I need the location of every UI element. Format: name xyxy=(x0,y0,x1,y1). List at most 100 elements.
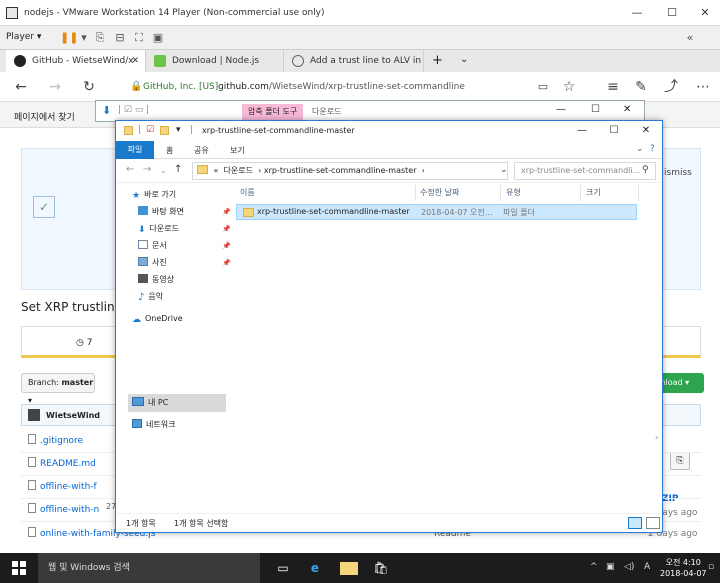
player-menu[interactable]: Player ▾ xyxy=(6,32,41,42)
input-method-icon[interactable]: A xyxy=(644,562,650,572)
tab-nodejs[interactable]: Download | Node.js xyxy=(146,50,284,72)
url-field[interactable]: github.com/WietseWind/xrp-trustline-set-… xyxy=(218,82,465,92)
nav-videos[interactable]: 동영상 xyxy=(138,272,174,288)
more-icon[interactable]: ⋯ xyxy=(694,78,712,96)
file-item[interactable]: README.md xyxy=(28,453,96,475)
file-item[interactable]: offline-with-f xyxy=(28,476,97,498)
scroll-indicator[interactable]: › xyxy=(655,433,658,442)
nav-music[interactable]: ♪ 음악 xyxy=(138,289,163,305)
recent-locations-icon[interactable]: ⌄ xyxy=(160,166,167,175)
refresh-icon[interactable]: ↻ xyxy=(80,78,98,96)
minimize-icon[interactable]: — xyxy=(556,104,566,115)
column-name[interactable]: 이름 xyxy=(240,183,255,203)
store-icon[interactable]: 🛍 xyxy=(372,559,390,577)
nav-desktop[interactable]: 바탕 화면 📌 xyxy=(138,204,231,220)
minimize-icon[interactable]: — xyxy=(622,4,652,22)
column-size[interactable]: 크기 xyxy=(586,183,601,203)
dropdown-icon[interactable]: ▾ xyxy=(76,30,92,46)
help-icon[interactable]: ? xyxy=(650,144,655,154)
share-icon[interactable]: ⤴ xyxy=(662,78,680,96)
reading-view-icon[interactable]: ▭ xyxy=(534,78,552,96)
commits-stat[interactable]: ◷ 7 xyxy=(76,338,92,348)
removable-devices-icon[interactable]: ⊟ xyxy=(112,30,128,46)
address-path[interactable]: « 다운로드 › xrp-trustline-set-commandline-m… xyxy=(192,162,508,180)
file-row[interactable]: xrp-trustline-set-commandline-master 201… xyxy=(236,204,637,220)
tab-list-icon[interactable]: ⌄ xyxy=(460,54,468,65)
new-tab-icon[interactable]: + xyxy=(432,53,443,68)
edge-icon[interactable]: e xyxy=(306,559,324,577)
column-type[interactable]: 유형 xyxy=(506,183,521,203)
ribbon-context-tab[interactable]: 압축 폴더 도구 xyxy=(242,104,304,120)
explorer-window-back[interactable]: ⬇ | ☑ ▭ | 압축 폴더 도구 다운로드 — ☐ ✕ xyxy=(95,100,645,122)
nav-pictures[interactable]: 사진 📌 xyxy=(138,255,231,271)
maximize-icon[interactable]: ☐ xyxy=(591,104,600,115)
path-overflow[interactable]: « xyxy=(214,166,219,175)
column-separator[interactable] xyxy=(580,185,581,201)
notification-icon[interactable]: ▫ xyxy=(708,562,714,572)
branch-selector[interactable]: Branch: master ▾ xyxy=(21,373,95,405)
maximize-icon[interactable]: ☐ xyxy=(600,123,628,139)
large-icons-view-icon[interactable] xyxy=(646,517,660,529)
file-explorer-icon[interactable] xyxy=(340,562,358,575)
nav-documents[interactable]: 문서 📌 xyxy=(138,238,231,254)
tab-trustline[interactable]: Add a trust line to ALV in yc xyxy=(284,50,424,72)
dismiss-link[interactable]: ismiss xyxy=(664,168,692,178)
breadcrumb-current[interactable]: xrp-trustline-set-commandline-master xyxy=(264,166,417,175)
minimize-icon[interactable]: — xyxy=(568,123,596,139)
security-label[interactable]: GitHub, Inc. [US] xyxy=(143,82,218,92)
pause-icon[interactable]: ❚❚ xyxy=(60,30,78,46)
tab-share[interactable]: 공유 xyxy=(194,145,209,156)
file-item[interactable]: offline-with-n xyxy=(28,499,99,521)
taskbar-search-input[interactable]: 웹 및 Windows 검색 xyxy=(38,553,260,583)
forward-icon[interactable]: → xyxy=(46,78,64,96)
expand-ribbon-icon[interactable]: ⌄ xyxy=(636,144,644,154)
close-icon[interactable]: ✕ xyxy=(632,123,660,139)
volume-icon[interactable]: ◁) xyxy=(624,562,634,572)
back-icon[interactable]: ← xyxy=(126,164,134,175)
file-item[interactable]: .gitignore xyxy=(28,430,83,452)
copy-icon[interactable]: ⎘ xyxy=(670,452,690,470)
column-separator[interactable] xyxy=(638,185,639,201)
tray-overflow-icon[interactable]: ^ xyxy=(590,562,598,572)
up-icon[interactable]: ↑ xyxy=(174,164,182,175)
properties-icon[interactable]: ☑ xyxy=(146,125,154,135)
favorite-star-icon[interactable]: ☆ xyxy=(560,78,578,96)
search-icon[interactable]: ⚲ xyxy=(642,165,649,175)
column-date[interactable]: 수정한 날짜 xyxy=(420,183,459,203)
tab-github[interactable]: GitHub - WietseWind/x ✕ xyxy=(6,50,146,72)
task-view-icon[interactable]: ▭ xyxy=(274,559,292,577)
forward-icon[interactable]: → xyxy=(143,164,151,175)
maximize-icon[interactable]: ☐ xyxy=(657,4,687,22)
details-view-icon[interactable] xyxy=(628,517,642,529)
close-icon[interactable]: ✕ xyxy=(623,104,631,115)
tab-view[interactable]: 보기 xyxy=(230,145,245,156)
network-tray-icon[interactable]: ▣ xyxy=(606,562,615,572)
back-icon[interactable]: ← xyxy=(12,78,30,96)
column-separator[interactable] xyxy=(415,185,416,201)
notes-icon[interactable]: ✎ xyxy=(632,78,650,96)
close-icon[interactable]: ✕ xyxy=(690,4,720,22)
unity-icon[interactable]: ▣ xyxy=(150,30,166,46)
close-tab-icon[interactable]: ✕ xyxy=(131,50,139,72)
tab-file[interactable]: 파일 xyxy=(116,141,154,159)
breadcrumb-downloads[interactable]: 다운로드 xyxy=(224,166,253,175)
send-ctrl-alt-del-icon[interactable]: ⎘ xyxy=(92,30,108,46)
tab-home[interactable]: 홈 xyxy=(166,145,173,156)
chevron-double-icon[interactable]: « xyxy=(682,30,698,46)
column-separator[interactable] xyxy=(500,185,501,201)
hub-icon[interactable]: ≡ xyxy=(604,78,622,96)
nav-onedrive[interactable]: ☁ OneDrive xyxy=(132,311,183,327)
fullscreen-icon[interactable]: ⛶ xyxy=(131,30,147,46)
new-folder-icon[interactable] xyxy=(160,126,169,135)
path-dropdown-icon[interactable]: ⌄ xyxy=(500,165,508,175)
nav-quick-access[interactable]: ★ 바로 가기 xyxy=(132,187,176,203)
nav-this-pc[interactable]: 내 PC xyxy=(132,395,168,411)
nav-downloads[interactable]: ⬇ 다운로드 📌 xyxy=(138,221,231,237)
commit-author[interactable]: WietseWind xyxy=(46,411,100,420)
search-input[interactable]: xrp-trustline-set-commandli... xyxy=(514,162,656,180)
customize-qat-icon[interactable]: ▾ xyxy=(176,125,181,135)
clock[interactable]: 오전 4:10 2018-04-07 xyxy=(660,557,707,579)
download-zip-link[interactable]: ZIP xyxy=(662,494,678,504)
windows-start-icon[interactable] xyxy=(12,561,26,575)
nav-network[interactable]: 네트워크 xyxy=(132,417,175,433)
